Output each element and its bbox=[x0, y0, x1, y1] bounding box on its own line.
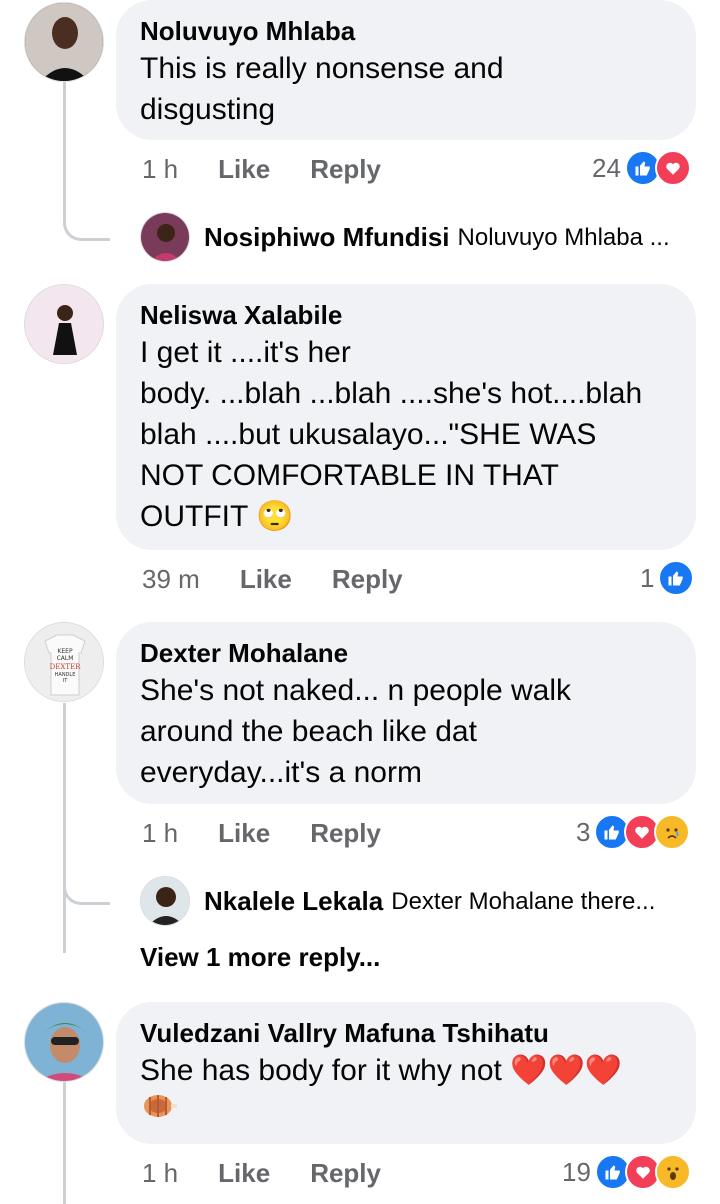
thread-line bbox=[63, 82, 66, 212]
comment-bubble: Noluvuyo Mhlaba This is really nonsense … bbox=[116, 0, 696, 140]
avatar-photo-icon bbox=[25, 3, 103, 81]
reply-preview[interactable]: Nosiphiwo Mfundisi Noluvuyo Mhlaba ... bbox=[204, 222, 670, 253]
reply-text: Dexter Mohalane there... bbox=[391, 887, 656, 915]
reply-preview[interactable]: Nkalele Lekala Dexter Mohalane there... bbox=[204, 886, 655, 917]
comment-text-line: She has body for it why not ❤️❤️❤️ bbox=[140, 1050, 676, 1091]
comment-text: everyday...it's a norm bbox=[140, 756, 422, 789]
thread-line bbox=[63, 1082, 66, 1204]
comment-emoji-line bbox=[140, 1091, 676, 1132]
reaction-count: 24 bbox=[592, 152, 621, 183]
avatar[interactable] bbox=[24, 284, 104, 364]
comment-text: I get it ....it's her bbox=[140, 336, 351, 369]
avatar-shirt-text: CALM bbox=[57, 655, 74, 662]
wow-icon bbox=[654, 1154, 691, 1190]
avatar[interactable] bbox=[24, 2, 104, 82]
reaction-summary[interactable]: 19 bbox=[562, 1154, 691, 1190]
avatar[interactable] bbox=[140, 212, 190, 262]
comment-author[interactable]: Noluvuyo Mhlaba bbox=[140, 14, 676, 48]
view-more-replies-link[interactable]: View 1 more reply... bbox=[140, 942, 380, 973]
comment-text: disgusting bbox=[140, 93, 276, 126]
comment-time[interactable]: 1 h bbox=[142, 154, 178, 185]
like-button[interactable]: Like bbox=[218, 818, 270, 849]
avatar-photo-icon bbox=[141, 877, 189, 925]
reaction-summary[interactable]: 24 bbox=[592, 150, 691, 186]
thread-line bbox=[63, 703, 66, 953]
avatar-photo-icon bbox=[25, 285, 103, 363]
reaction-count: 1 bbox=[640, 562, 655, 593]
comment-time[interactable]: 1 h bbox=[142, 1158, 178, 1189]
comment-bubble: Neliswa Xalabile I get it ....it's her b… bbox=[116, 284, 696, 550]
comment-text: around the beach like dat bbox=[140, 715, 477, 748]
comment-text-last: OUTFIT 🙄 bbox=[140, 496, 676, 537]
thread-branch bbox=[63, 864, 110, 905]
reply-author[interactable]: Nkalele Lekala bbox=[204, 886, 383, 917]
thread-branch bbox=[63, 200, 110, 241]
hearts-emoji: ❤️❤️❤️ bbox=[510, 1054, 623, 1087]
reaction-summary[interactable]: 3 bbox=[576, 814, 691, 850]
sad-icon bbox=[654, 814, 691, 850]
comment-meta: 39 m Like Reply bbox=[142, 564, 443, 595]
eye-roll-emoji: 🙄 bbox=[256, 500, 294, 533]
comment-time[interactable]: 39 m bbox=[142, 564, 200, 595]
comment-meta: 1 h Like Reply bbox=[142, 154, 421, 185]
reply-text: Noluvuyo Mhlaba ... bbox=[457, 223, 670, 251]
reaction-count: 3 bbox=[576, 816, 591, 847]
comment-bubble: Dexter Mohalane She's not naked... n peo… bbox=[116, 622, 696, 804]
comment-text: This is really nonsense and bbox=[140, 52, 504, 85]
like-button[interactable]: Like bbox=[240, 564, 292, 595]
avatar[interactable] bbox=[24, 1002, 104, 1082]
avatar[interactable]: KEEP CALM DEXTER HANDLE IT bbox=[24, 622, 104, 702]
reaction-summary[interactable]: 1 bbox=[640, 560, 695, 596]
comment-text: NOT COMFORTABLE IN THAT bbox=[140, 459, 559, 492]
meat-emoji-icon bbox=[144, 1095, 177, 1117]
comment-meta: 1 h Like Reply bbox=[142, 818, 421, 849]
reaction-count: 19 bbox=[562, 1156, 591, 1187]
reply-button[interactable]: Reply bbox=[310, 154, 381, 185]
avatar[interactable] bbox=[140, 876, 190, 926]
comment-text: blah ....but ukusalayo..."SHE WAS bbox=[140, 418, 597, 451]
comment-author[interactable]: Vuledzani Vallry Mafuna Tshihatu bbox=[140, 1016, 676, 1050]
avatar-photo-icon bbox=[141, 213, 189, 261]
comment-time[interactable]: 1 h bbox=[142, 818, 178, 849]
avatar-photo-icon bbox=[25, 1003, 103, 1081]
avatar-photo-icon: KEEP CALM DEXTER HANDLE IT bbox=[25, 623, 103, 701]
like-button[interactable]: Like bbox=[218, 154, 270, 185]
avatar-shirt-text: KEEP bbox=[57, 648, 73, 655]
avatar-shirt-text: DEXTER bbox=[50, 663, 81, 671]
comment-meta: 1 h Like Reply bbox=[142, 1158, 421, 1189]
like-button[interactable]: Like bbox=[218, 1158, 270, 1189]
comment-author[interactable]: Neliswa Xalabile bbox=[140, 298, 676, 332]
comment-bubble: Vuledzani Vallry Mafuna Tshihatu She has… bbox=[116, 1002, 696, 1144]
comment-text: She has body for it why not bbox=[140, 1054, 502, 1087]
comment-author[interactable]: Dexter Mohalane bbox=[140, 636, 676, 670]
reply-button[interactable]: Reply bbox=[332, 564, 403, 595]
like-icon bbox=[658, 560, 695, 596]
reply-button[interactable]: Reply bbox=[310, 818, 381, 849]
comment-text: OUTFIT bbox=[140, 500, 248, 533]
comment-text: body. ...blah ...blah ....she's hot....b… bbox=[140, 377, 643, 410]
love-icon bbox=[654, 150, 691, 186]
reply-button[interactable]: Reply bbox=[310, 1158, 381, 1189]
reply-author[interactable]: Nosiphiwo Mfundisi bbox=[204, 222, 450, 253]
comment-text: She's not naked... n people walk bbox=[140, 674, 572, 707]
